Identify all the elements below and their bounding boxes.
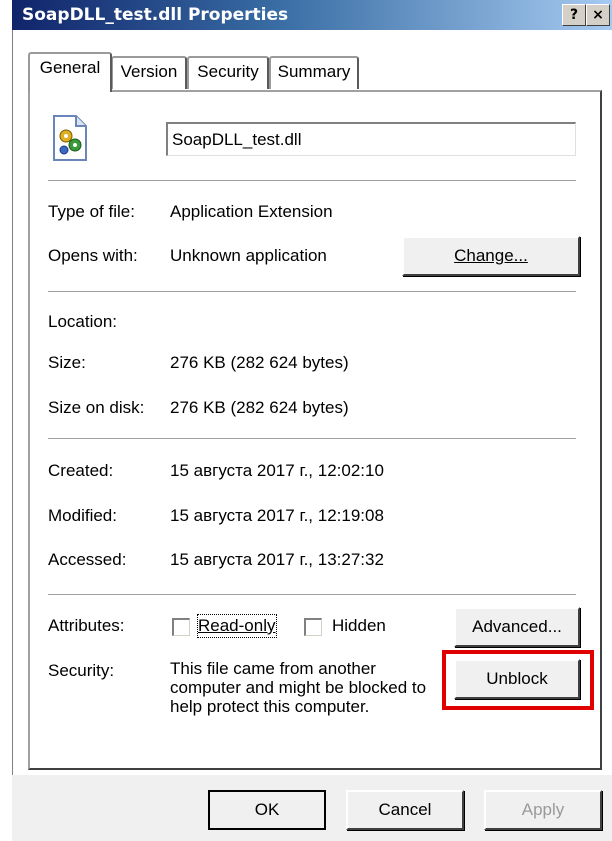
dll-file-icon bbox=[48, 114, 92, 162]
hidden-label-text: Hidden bbox=[332, 616, 386, 635]
security-message-line-1: This file came from another bbox=[170, 659, 376, 678]
accessed-value: 15 августа 2017 г., 13:27:32 bbox=[170, 550, 384, 569]
change-button-label: Change... bbox=[454, 246, 528, 265]
tab-security[interactable]: Security bbox=[187, 56, 269, 89]
change-button[interactable]: Change... bbox=[402, 236, 580, 276]
accessed-label: Accessed: bbox=[48, 550, 127, 569]
file-name-input[interactable] bbox=[166, 122, 576, 156]
separator bbox=[48, 594, 576, 596]
security-label: Security: bbox=[48, 661, 115, 680]
close-button[interactable]: × bbox=[586, 4, 610, 26]
size-label: Size: bbox=[48, 353, 86, 372]
size-on-disk-label: Size on disk: bbox=[48, 398, 145, 417]
tab-general[interactable]: General bbox=[28, 52, 112, 92]
type-of-file-label: Type of file: bbox=[48, 202, 135, 221]
opens-with-label: Opens with: bbox=[48, 246, 138, 265]
help-button[interactable]: ? bbox=[562, 4, 586, 26]
separator bbox=[48, 438, 576, 440]
size-value: 276 KB (282 624 bytes) bbox=[170, 353, 349, 372]
created-label: Created: bbox=[48, 461, 114, 480]
location-label: Location: bbox=[48, 312, 117, 331]
read-only-label[interactable]: Read-only bbox=[197, 614, 277, 638]
hidden-checkbox[interactable] bbox=[304, 618, 322, 636]
read-only-checkbox[interactable] bbox=[172, 618, 190, 636]
security-message-line-2: computer and might be blocked to bbox=[170, 678, 427, 697]
created-value: 15 августа 2017 г., 12:02:10 bbox=[170, 461, 384, 480]
tab-version[interactable]: Version bbox=[111, 56, 187, 89]
modified-label: Modified: bbox=[48, 506, 117, 525]
separator bbox=[48, 291, 576, 293]
ok-button[interactable]: OK bbox=[208, 790, 326, 830]
size-on-disk-value: 276 KB (282 624 bytes) bbox=[170, 398, 349, 417]
cancel-button[interactable]: Cancel bbox=[346, 790, 464, 830]
modified-value: 15 августа 2017 г., 12:19:08 bbox=[170, 506, 384, 525]
window-title: SoapDLL_test.dll Properties bbox=[22, 5, 289, 25]
tab-summary[interactable]: Summary bbox=[269, 56, 359, 89]
type-of-file-value: Application Extension bbox=[170, 202, 333, 221]
hidden-label[interactable]: Hidden bbox=[332, 615, 386, 637]
separator bbox=[48, 180, 576, 182]
highlight-annotation-box bbox=[442, 650, 594, 710]
security-message-line-3: help protect this computer. bbox=[170, 697, 370, 716]
attributes-label: Attributes: bbox=[48, 616, 125, 635]
apply-button[interactable]: Apply bbox=[484, 790, 602, 830]
opens-with-value: Unknown application bbox=[170, 246, 327, 265]
advanced-button[interactable]: Advanced... bbox=[454, 607, 580, 647]
